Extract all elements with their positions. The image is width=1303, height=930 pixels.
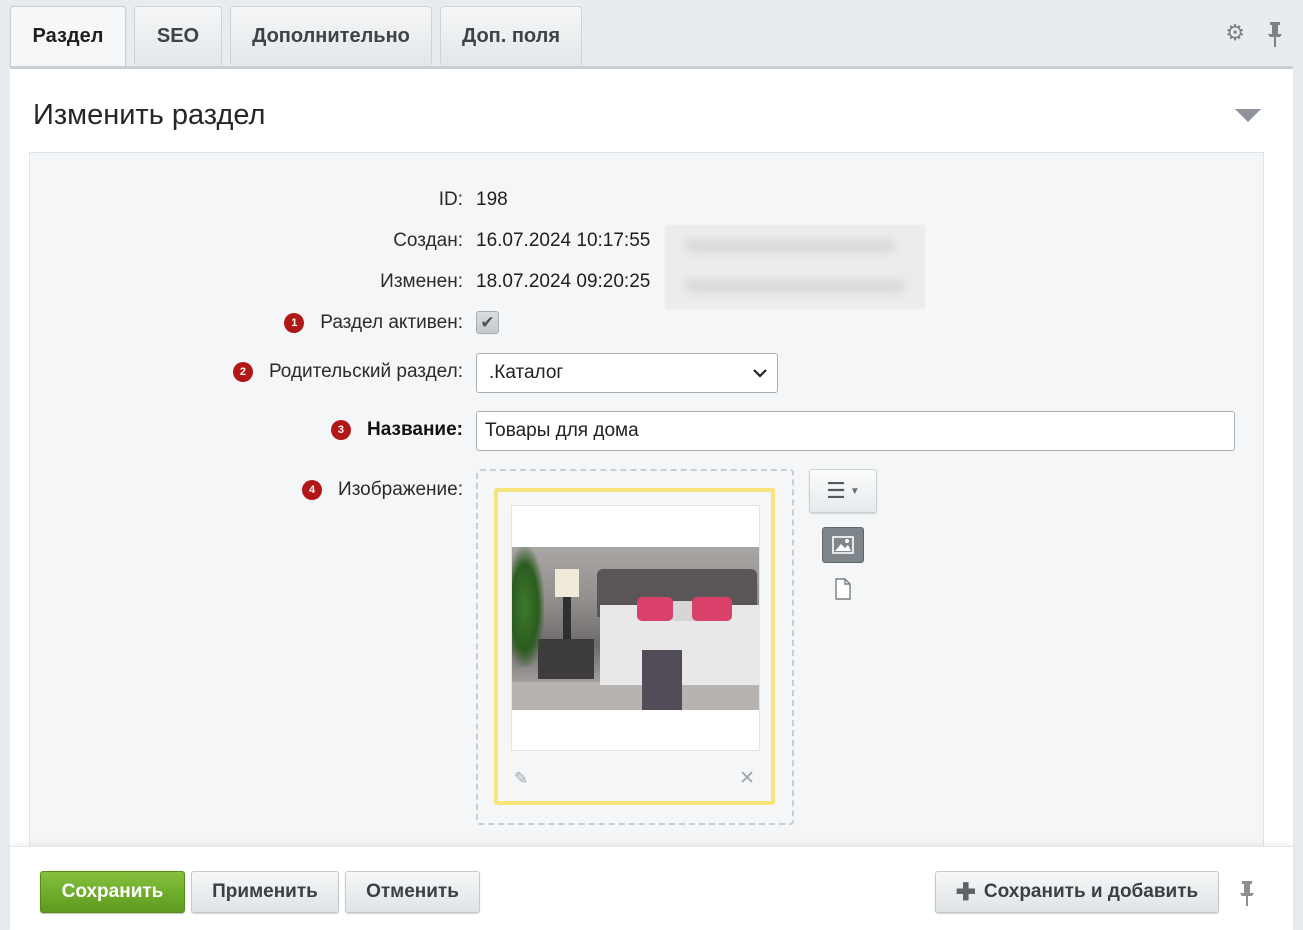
form-area: ID: 198 Создан: 16.07.2024 10:17:55 Изме… xyxy=(29,152,1264,852)
tab-additional[interactable]: Дополнительно xyxy=(230,6,432,65)
menu-icon: ☰ xyxy=(826,478,846,503)
cancel-button[interactable]: Отменить xyxy=(345,871,480,913)
action-bar: Сохранить Применить Отменить ✚ Сохранить… xyxy=(10,846,1293,930)
triangle-down-icon[interactable] xyxy=(1235,109,1261,122)
plus-icon: ✚ xyxy=(955,878,976,906)
name-field[interactable]: Товары для дома xyxy=(476,411,1235,451)
active-label: 1 Раздел активен: xyxy=(284,312,463,334)
chevron-down-icon xyxy=(753,363,767,383)
parent-section-select[interactable]: .Каталог xyxy=(476,353,778,393)
page-title: Изменить раздел xyxy=(33,99,266,131)
pencil-icon[interactable]: ✎ xyxy=(514,769,528,789)
image-mode-icon[interactable] xyxy=(822,527,864,563)
image-menu-button[interactable]: ☰ ▼ xyxy=(809,469,877,513)
file-icon[interactable] xyxy=(834,578,852,606)
edit-panel: Изменить раздел ID: 198 Создан: 16.07.20… xyxy=(10,66,1293,852)
pin-icon[interactable] xyxy=(1239,881,1255,913)
name-label: 3 Название: xyxy=(330,419,463,441)
created-value: 16.07.2024 10:17:55 xyxy=(476,230,651,251)
parent-label-text: Родительский раздел: xyxy=(268,361,463,382)
image-drop-zone[interactable]: ✎ ✕ xyxy=(476,469,794,825)
step-badge: 1 xyxy=(284,313,305,333)
bedroom-photo[interactable] xyxy=(512,547,759,710)
save-and-add-button[interactable]: ✚ Сохранить и добавить xyxy=(935,871,1219,913)
step-badge: 4 xyxy=(302,480,323,500)
pin-icon[interactable] xyxy=(1267,22,1283,52)
parent-selected-value: .Каталог xyxy=(489,362,564,383)
gear-icon[interactable]: ⚙ xyxy=(1225,22,1245,52)
step-badge: 2 xyxy=(232,362,253,382)
modified-label: Изменен: xyxy=(380,271,463,292)
id-value: 198 xyxy=(476,189,508,210)
close-icon[interactable]: ✕ xyxy=(739,767,755,790)
step-badge: 3 xyxy=(330,420,351,440)
modified-value: 18.07.2024 09:20:25 xyxy=(476,271,651,292)
image-preview-card: ✎ ✕ xyxy=(494,488,775,805)
tab-section[interactable]: Раздел xyxy=(10,6,126,66)
id-label: ID: xyxy=(438,189,463,210)
image-label-text: Изображение: xyxy=(338,479,463,500)
tab-extra-fields[interactable]: Доп. поля xyxy=(440,6,582,65)
created-label: Создан: xyxy=(393,230,463,251)
image-frame xyxy=(511,505,760,751)
tab-bar: Раздел SEO Дополнительно Доп. поля xyxy=(10,6,590,66)
parent-label: 2 Родительский раздел: xyxy=(232,361,463,383)
header-icons: ⚙ xyxy=(1225,22,1283,52)
apply-button[interactable]: Применить xyxy=(191,871,339,913)
tab-seo[interactable]: SEO xyxy=(134,6,222,65)
active-label-text: Раздел активен: xyxy=(320,312,463,333)
image-label: 4 Изображение: xyxy=(302,479,463,501)
save-and-add-label: Сохранить и добавить xyxy=(983,881,1199,902)
redacted-author-info xyxy=(665,225,925,309)
active-checkbox[interactable]: ✔ xyxy=(476,311,499,334)
name-label-text: Название: xyxy=(366,419,463,440)
caret-down-icon: ▼ xyxy=(849,485,860,497)
save-button[interactable]: Сохранить xyxy=(40,871,185,913)
